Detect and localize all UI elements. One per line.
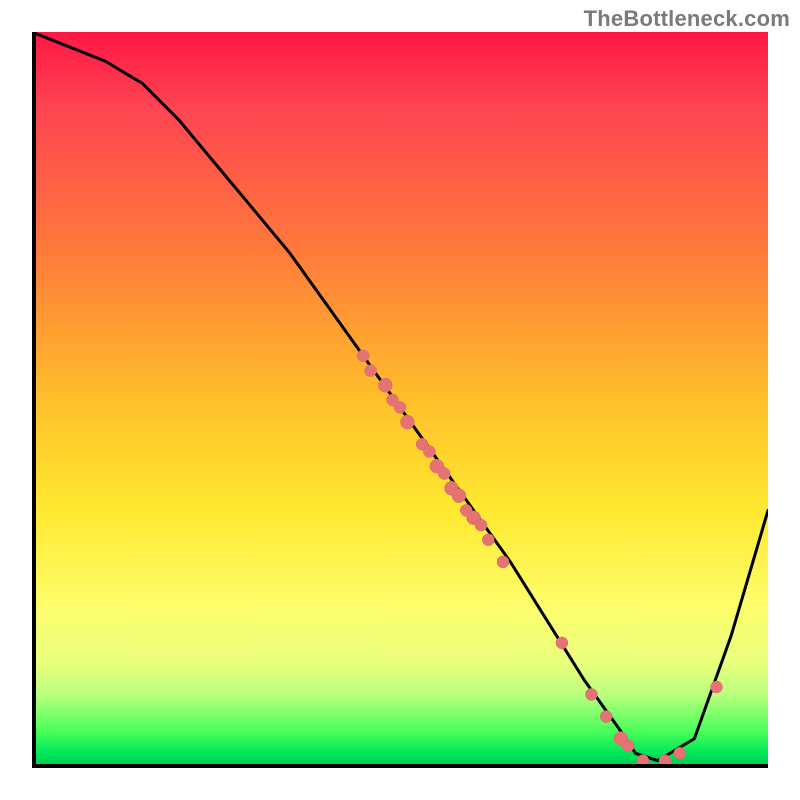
data-marker — [674, 747, 686, 759]
data-marker — [659, 755, 671, 767]
data-marker — [482, 534, 494, 546]
plot-area — [32, 32, 768, 768]
curve-layer — [32, 32, 768, 768]
data-marker — [497, 556, 509, 568]
watermark-text: TheBottleneck.com — [584, 6, 790, 32]
data-marker — [452, 489, 466, 503]
data-marker — [378, 378, 392, 392]
data-marker — [423, 446, 435, 458]
data-marker — [394, 401, 406, 413]
bottleneck-curve-path — [32, 32, 768, 761]
data-marker — [711, 681, 723, 693]
data-marker — [357, 350, 369, 362]
bottleneck-chart: TheBottleneck.com — [0, 0, 800, 800]
data-marker — [600, 711, 612, 723]
data-marker — [365, 365, 377, 377]
data-markers — [357, 350, 722, 767]
data-marker — [400, 415, 414, 429]
data-marker — [475, 519, 487, 531]
data-marker — [622, 740, 634, 752]
data-marker — [637, 755, 649, 767]
data-marker — [585, 688, 597, 700]
data-marker — [438, 468, 450, 480]
data-marker — [556, 637, 568, 649]
